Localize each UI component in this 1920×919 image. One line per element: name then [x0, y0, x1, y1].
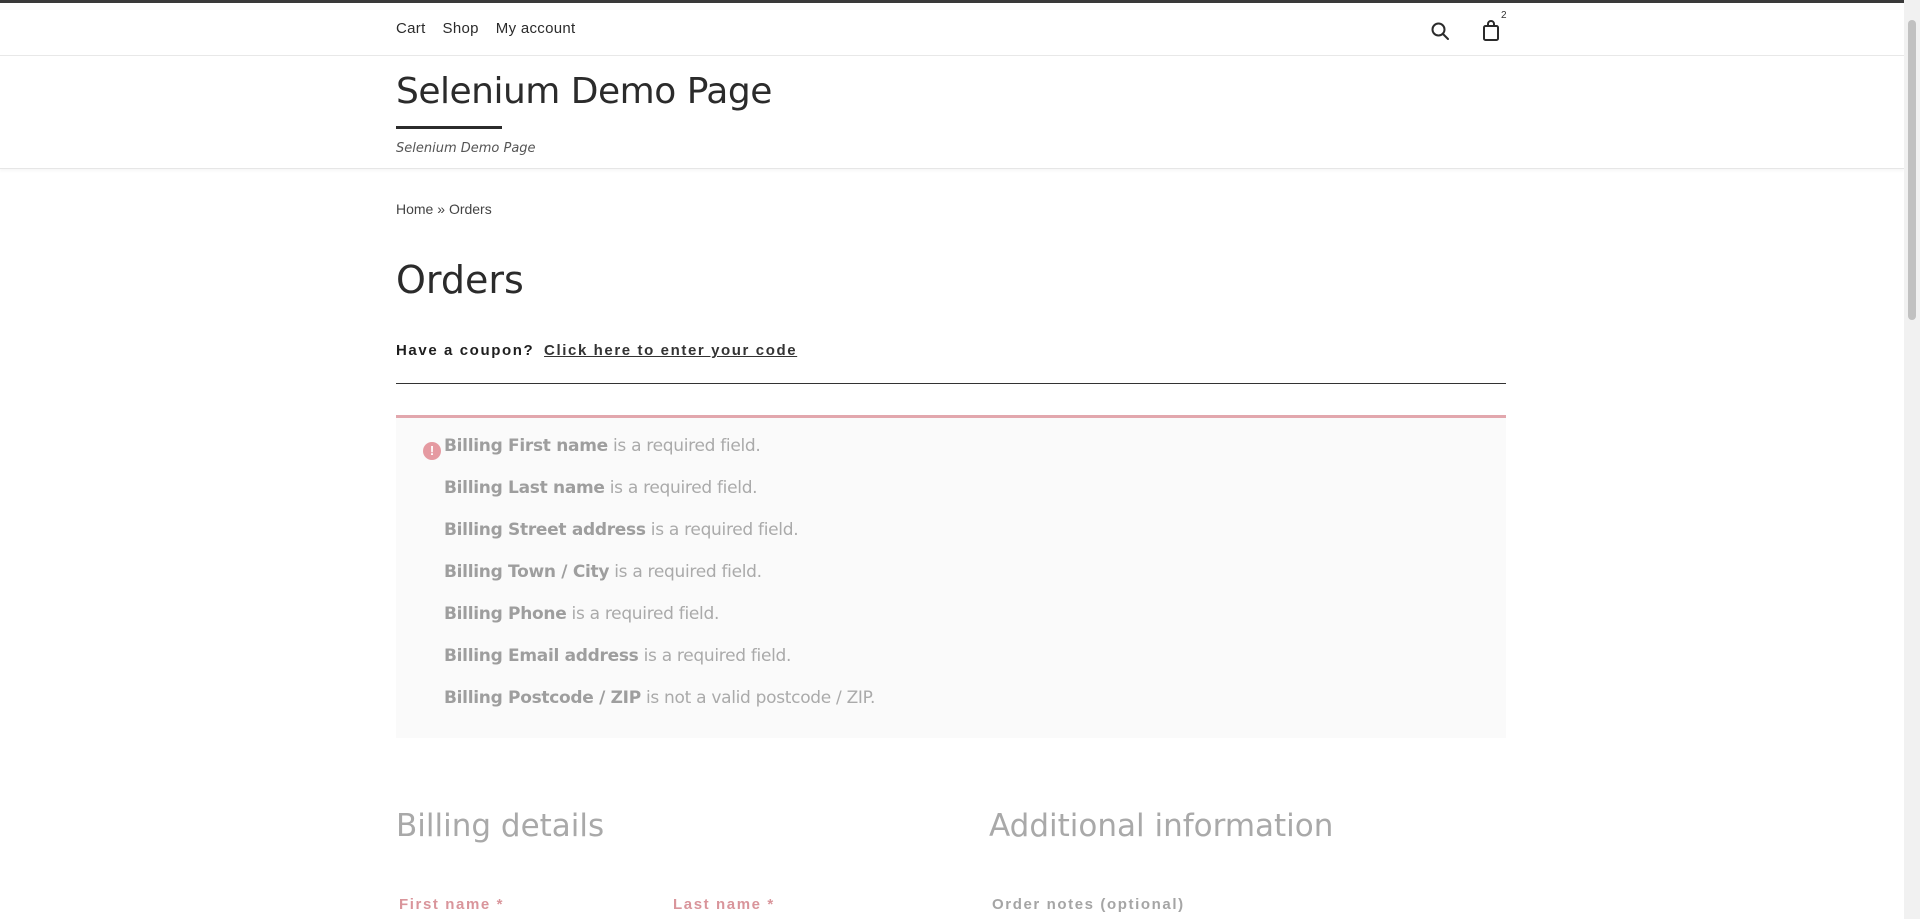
- title-underline: [396, 126, 502, 129]
- nav-item-shop[interactable]: Shop: [443, 20, 479, 37]
- page-title: Orders: [396, 258, 524, 302]
- last-name-label: Last name *: [673, 896, 775, 913]
- billing-details-heading: Billing details: [396, 808, 605, 844]
- top-navigation-bar: Cart Shop My account 2: [0, 3, 1904, 56]
- exclamation-circle-icon: !: [423, 442, 441, 460]
- cart-count-badge: 2: [1501, 10, 1507, 21]
- breadcrumb-home-link[interactable]: Home: [396, 201, 433, 217]
- error-item: Billing Town / City is a required field.: [444, 562, 762, 582]
- coupon-prompt: Have a coupon?: [396, 342, 535, 359]
- site-title[interactable]: Selenium Demo Page: [396, 71, 772, 112]
- error-item: Billing Postcode / ZIP is not a valid po…: [444, 688, 876, 708]
- site-header: Selenium Demo Page Selenium Demo Page: [0, 56, 1904, 169]
- error-item: Billing First name is a required field.: [444, 436, 761, 456]
- scrollbar-thumb[interactable]: [1908, 20, 1916, 320]
- breadcrumb-separator: »: [433, 201, 449, 217]
- breadcrumb-current: Orders: [448, 201, 492, 217]
- nav-item-cart[interactable]: Cart: [396, 20, 426, 37]
- search-icon[interactable]: [1430, 21, 1450, 41]
- coupon-notice: Have a coupon? Click here to enter your …: [396, 342, 797, 359]
- error-item: Billing Last name is a required field.: [444, 478, 758, 498]
- page-scrollbar[interactable]: [1904, 0, 1920, 919]
- primary-nav: Cart Shop My account: [396, 20, 575, 37]
- coupon-divider: [396, 383, 1506, 384]
- error-list: Billing First name is a required field. …: [444, 436, 875, 730]
- first-name-label: First name *: [399, 896, 505, 913]
- additional-information-heading: Additional information: [989, 808, 1334, 844]
- error-item: Billing Email address is a required fiel…: [444, 646, 792, 666]
- site-tagline: Selenium Demo Page: [396, 141, 536, 156]
- breadcrumb: Home » Orders: [396, 201, 492, 217]
- order-notes-label: Order notes (optional): [992, 896, 1185, 913]
- checkout-error-notice: ! Billing First name is a required field…: [396, 415, 1506, 738]
- shopping-bag-icon[interactable]: [1481, 20, 1501, 42]
- error-item: Billing Street address is a required fie…: [444, 520, 799, 540]
- error-item: Billing Phone is a required field.: [444, 604, 720, 624]
- coupon-toggle-link[interactable]: Click here to enter your code: [544, 342, 797, 359]
- nav-item-my-account[interactable]: My account: [496, 20, 576, 37]
